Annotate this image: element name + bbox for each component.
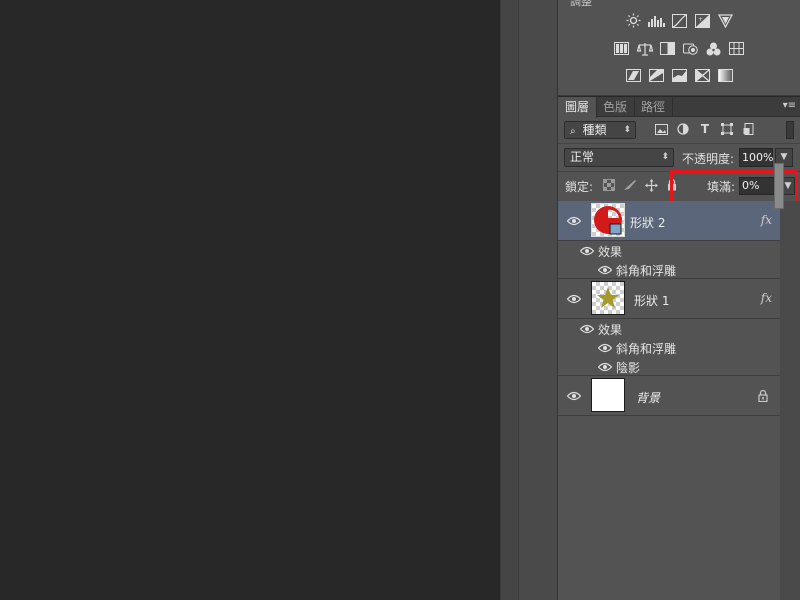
adjustment-filter-icon[interactable] [676,122,690,136]
red-crescent-shape-icon [594,206,622,235]
layer-lock-icon [758,390,768,402]
pixel-filter-icon[interactable] [654,122,668,136]
effect-drop-shadow-shape-1[interactable]: 陰影 [558,357,780,376]
visibility-eye-icon[interactable] [580,246,594,256]
lock-transparency-icon[interactable] [602,178,616,192]
layer-list: 形狀 2 fx 效果 斜角和浮雕 形狀 1 fx 效果 斜角和浮雕 陰影 背景 [558,163,800,600]
lock-paint-brush-icon[interactable] [623,178,637,192]
divider [558,171,800,172]
layer-row-shape-2[interactable]: 形狀 2 fx [558,201,780,241]
layers-scrollbar-thumb[interactable] [774,163,784,209]
threshold-icon[interactable] [671,68,688,83]
layer-name-background[interactable]: 背景 [636,389,660,406]
filter-type-icons: T [654,122,756,136]
chevron-down-icon: ▼ [780,152,788,162]
opacity-label: 不透明度: [682,152,735,166]
lock-all-icon[interactable] [665,178,679,192]
panel-dock-strip [518,0,558,600]
color-lookup-icon[interactable] [728,41,745,56]
layers-panel: 圖層 色版 路徑 ▾≡ ⌕ 種類 ⬍ T 正常 ⬍ 不透明度: 100% ▼ 鎖… [558,97,800,600]
effects-label: 效果 [598,245,623,259]
effect-bevel-emboss-shape-2[interactable]: 斜角和浮雕 [558,260,780,279]
effect-bevel-emboss-shape-1[interactable]: 斜角和浮雕 [558,338,780,357]
layer-filter-select[interactable]: ⌕ 種類 ⬍ [564,121,636,139]
visibility-eye-icon[interactable] [567,216,581,226]
svg-text:+: + [698,16,703,23]
divider [558,143,800,144]
visibility-eye-icon[interactable] [598,362,612,372]
tab-paths[interactable]: 路徑 [634,97,674,117]
effect-name: 斜角和浮雕 [616,264,677,278]
layer-name-shape-2[interactable]: 形狀 2 [630,214,665,231]
photo-filter-icon[interactable] [682,41,699,56]
layer-name-shape-1[interactable]: 形狀 1 [634,292,669,309]
star-shape-icon [597,287,619,308]
channel-mixer-icon[interactable] [705,41,722,56]
effect-name: 斜角和浮雕 [616,342,677,356]
layer-row-background[interactable]: 背景 [558,376,780,416]
adjustments-row-3 [558,68,800,83]
chevron-updown-icon: ⬍ [623,125,631,135]
vibrance-icon[interactable] [717,13,734,28]
layer-row-shape-1[interactable]: 形狀 1 fx [558,279,780,319]
brightness-icon[interactable] [625,13,642,28]
filter-toggle-switch[interactable] [786,121,794,139]
search-icon: ⌕ [570,126,576,137]
visibility-eye-icon[interactable] [567,391,581,401]
visibility-eye-icon[interactable] [580,324,594,334]
layer-thumbnail-background [591,378,625,412]
opacity-input[interactable]: 100% [739,148,773,167]
visibility-eye-icon[interactable] [598,343,612,353]
fill-label: 填滿: [707,180,736,194]
chevron-down-icon: ▼ [784,181,792,191]
selective-color-icon[interactable] [694,68,711,83]
color-balance-icon[interactable] [636,41,653,56]
tab-channels[interactable]: 色版 [596,97,636,117]
posterize-icon[interactable] [648,68,665,83]
levels-icon[interactable] [647,13,665,28]
visibility-eye-icon[interactable] [567,294,581,304]
document-canvas[interactable] [0,0,500,600]
lock-label: 鎖定: [565,180,594,194]
adjustments-title: 調整 [570,0,592,8]
adjustments-row-1: + [558,13,800,28]
effects-label: 效果 [598,323,623,337]
adjustments-row-2 [558,41,800,56]
gradient-map-icon[interactable] [717,68,734,83]
panel-menu-icon[interactable]: ▾≡ [783,100,796,111]
smart-object-filter-icon[interactable] [742,122,756,136]
lock-position-move-icon[interactable] [644,178,658,192]
curves-icon[interactable] [671,13,688,28]
blend-mode-select[interactable]: 正常 ⬍ [564,148,674,167]
panel-gutter [500,0,518,600]
tab-layers[interactable]: 圖層 [558,97,598,118]
fx-icon[interactable]: fx [761,291,772,305]
blend-mode-value: 正常 [570,150,595,164]
invert-icon[interactable] [625,68,642,83]
effects-row-shape-2[interactable]: 效果 [558,241,780,260]
layer-filter-value: 種類 [582,123,607,137]
adjustments-panel: 調整 + [558,0,800,96]
effect-name: 陰影 [616,361,641,375]
lock-icons [602,178,679,192]
shape-filter-icon[interactable] [720,122,734,136]
chevron-updown-icon: ⬍ [661,152,669,162]
layer-thumbnail-shape-1 [591,281,625,315]
panel-tab-bar: 圖層 色版 路徑 ▾≡ [558,97,800,118]
fx-icon[interactable]: fx [761,213,772,227]
type-filter-icon[interactable]: T [698,122,712,136]
black-white-icon[interactable] [659,41,676,56]
layer-thumbnail-shape-2 [591,203,625,237]
exposure-icon[interactable]: + [694,13,711,28]
visibility-eye-icon[interactable] [598,265,612,275]
effects-row-shape-1[interactable]: 效果 [558,319,780,338]
hue-saturation-icon[interactable] [613,41,630,56]
